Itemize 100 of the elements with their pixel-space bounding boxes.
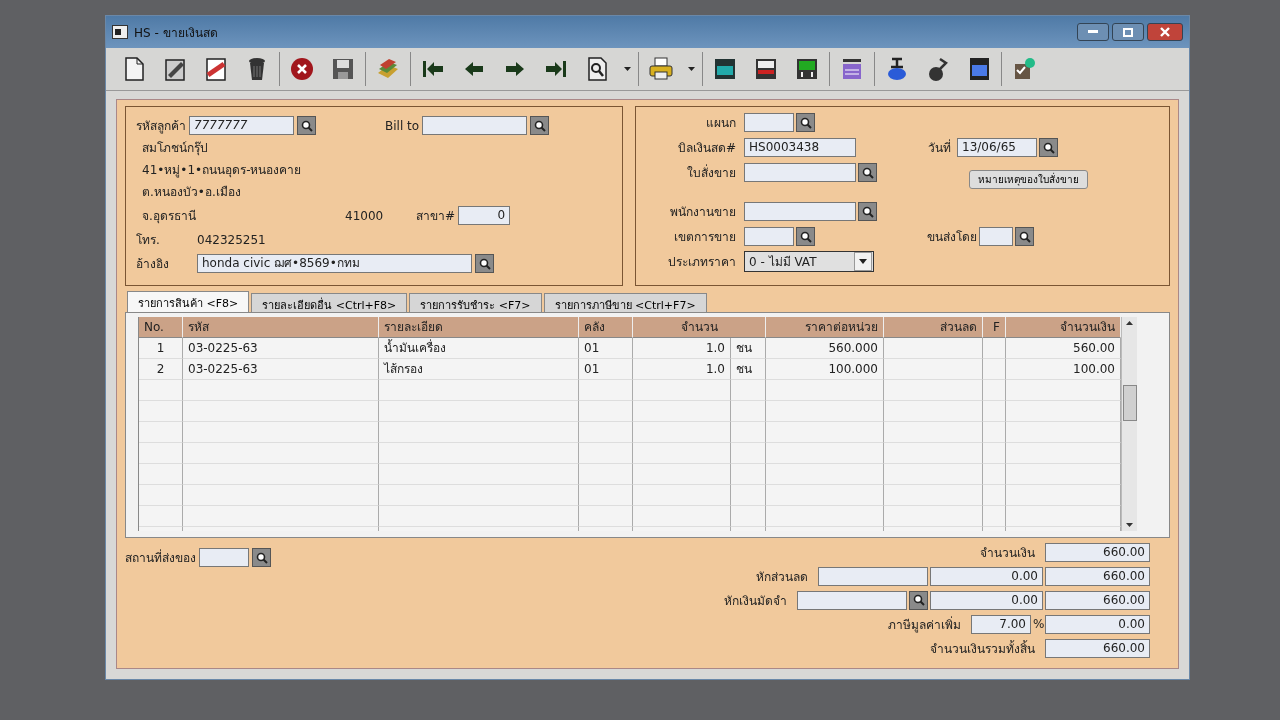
- grand-total-label: จำนวนเงินรวมทั้งสิ้น: [930, 639, 1036, 658]
- branch-field[interactable]: 0: [458, 206, 511, 225]
- table-cell: [983, 506, 1006, 527]
- customer-code-label: รหัสลูกค้า: [136, 118, 186, 135]
- price-type-dropdown[interactable]: 0 - ไม่มี VAT: [744, 251, 874, 272]
- cash-bill-label: บิลเงินสด#: [676, 140, 737, 157]
- search-icon: [1042, 141, 1055, 154]
- table-cell: [983, 338, 1006, 359]
- table-cell: [731, 401, 766, 422]
- table-cell: [579, 485, 633, 506]
- department-field[interactable]: [744, 113, 794, 132]
- scrollbar-thumb[interactable]: [1122, 385, 1137, 421]
- table-cell: [731, 380, 766, 401]
- maximize-icon: [1123, 27, 1133, 37]
- search-icon: [255, 551, 268, 564]
- lookup-button[interactable]: [252, 548, 271, 567]
- table-cell: 03-0225-63: [183, 359, 379, 380]
- search-icon: [861, 205, 874, 218]
- caret-icon: [687, 67, 695, 71]
- table-cell: [731, 443, 766, 464]
- sales-order-label: ใบสั่งขาย: [686, 163, 737, 182]
- branch-label: สาขา#: [416, 208, 456, 225]
- table-cell: ชน: [731, 338, 766, 359]
- tab[interactable]: รายการภาษีขาย <Ctrl+F7>: [543, 293, 707, 312]
- customer-code-field[interactable]: 7777777: [189, 116, 294, 135]
- discount-code-field[interactable]: [818, 566, 928, 586]
- table-cell: [983, 485, 1006, 506]
- delivery-place-field[interactable]: [199, 548, 249, 567]
- search-icon: [478, 257, 491, 270]
- lookup-button[interactable]: [796, 113, 815, 132]
- lookup-button[interactable]: [909, 590, 928, 610]
- lookup-button[interactable]: [297, 116, 316, 135]
- table-cell: [579, 443, 633, 464]
- table-cell: [579, 506, 633, 527]
- scroll-down-icon: [1126, 523, 1133, 527]
- table-cell: 1: [139, 338, 183, 359]
- vertical-scrollbar[interactable]: [1121, 317, 1137, 531]
- lookup-button[interactable]: [858, 202, 877, 221]
- table-cell: [731, 422, 766, 443]
- table-cell: [579, 380, 633, 401]
- lookup-button[interactable]: [1015, 227, 1034, 246]
- lookup-button[interactable]: [1039, 138, 1058, 157]
- caret-icon: [859, 259, 867, 264]
- search-icon: [1018, 230, 1031, 243]
- delivery-place-label: สถานที่ส่งของ: [125, 548, 196, 567]
- minimize-button[interactable]: [1077, 23, 1109, 41]
- shipping-field[interactable]: [979, 227, 1013, 246]
- table-cell: [579, 464, 633, 485]
- salesperson-field[interactable]: [744, 202, 856, 221]
- table-cell: [983, 464, 1006, 485]
- table-cell: [731, 485, 766, 506]
- scroll-up-icon: [1126, 321, 1133, 325]
- table-cell: 560.00: [1006, 338, 1121, 359]
- table-cell: 01: [579, 338, 633, 359]
- reference-field[interactable]: honda civic ฌศ•8569•กทม: [197, 254, 472, 273]
- table-cell: [983, 380, 1006, 401]
- search-icon: [912, 594, 925, 606]
- window-title: HS - ขายเงินสด: [134, 24, 218, 42]
- tab[interactable]: รายการรับชำระ <F7>: [409, 293, 542, 312]
- amount-label: จำนวนเงิน: [980, 544, 1036, 562]
- table-cell: 1.0: [633, 338, 731, 359]
- tab[interactable]: รายละเอียดอื่น <Ctrl+F8>: [251, 293, 408, 312]
- deposit-code-field[interactable]: [797, 590, 907, 610]
- percent-sign: %: [1033, 617, 1043, 631]
- search-icon: [300, 119, 313, 132]
- table-cell: [983, 401, 1006, 422]
- discount-field[interactable]: 0.00: [930, 566, 1043, 586]
- grand-total-field: 660.00: [1045, 638, 1150, 658]
- phone-label: โทร.: [136, 232, 161, 249]
- deposit-field[interactable]: 0.00: [930, 590, 1043, 610]
- table-cell: [983, 443, 1006, 464]
- lookup-button[interactable]: [796, 227, 815, 246]
- price-type-label: ประเภทราคา: [667, 254, 737, 271]
- amount-field: 660.00: [1045, 542, 1150, 562]
- postcode-text: 41000: [345, 208, 385, 223]
- after-discount-field: 660.00: [1045, 566, 1150, 586]
- cash-bill-field[interactable]: HS0003438: [744, 138, 856, 157]
- table-cell: น้ำมันเครื่อง: [379, 338, 579, 359]
- salesperson-label: พนักงานขาย: [669, 204, 737, 221]
- sales-order-field[interactable]: [744, 163, 856, 182]
- address-line: 41•หมู่•1•ถนนอุดร-หนองคาย: [141, 162, 303, 180]
- date-field[interactable]: 13/06/65: [957, 138, 1037, 157]
- maximize-button[interactable]: [1112, 23, 1144, 41]
- lookup-button[interactable]: [475, 254, 494, 273]
- address-line: ต.หนองบัว•อ.เมือง: [141, 184, 242, 201]
- sales-area-label: เขตการขาย: [673, 229, 737, 246]
- bill-to-field[interactable]: [422, 116, 528, 135]
- table-cell: 100.00: [1006, 359, 1121, 380]
- close-button[interactable]: [1147, 23, 1183, 41]
- lookup-button[interactable]: [530, 116, 550, 135]
- lookup-button[interactable]: [858, 163, 877, 182]
- tab[interactable]: รายการสินค้า <F8>: [127, 291, 250, 312]
- discount-label: หักส่วนลด: [756, 568, 809, 586]
- sales-area-field[interactable]: [744, 227, 794, 246]
- customer-name: สมโภชน์กรุ๊ป: [141, 140, 209, 158]
- deposit-label: หักเงินมัดจำ: [724, 592, 788, 610]
- order-note-button[interactable]: หมายเหตุของใบสั่งขาย: [969, 170, 1088, 189]
- search-icon: [799, 230, 812, 243]
- printer-icon: [647, 55, 675, 83]
- vat-rate-field[interactable]: 7.00: [971, 614, 1031, 634]
